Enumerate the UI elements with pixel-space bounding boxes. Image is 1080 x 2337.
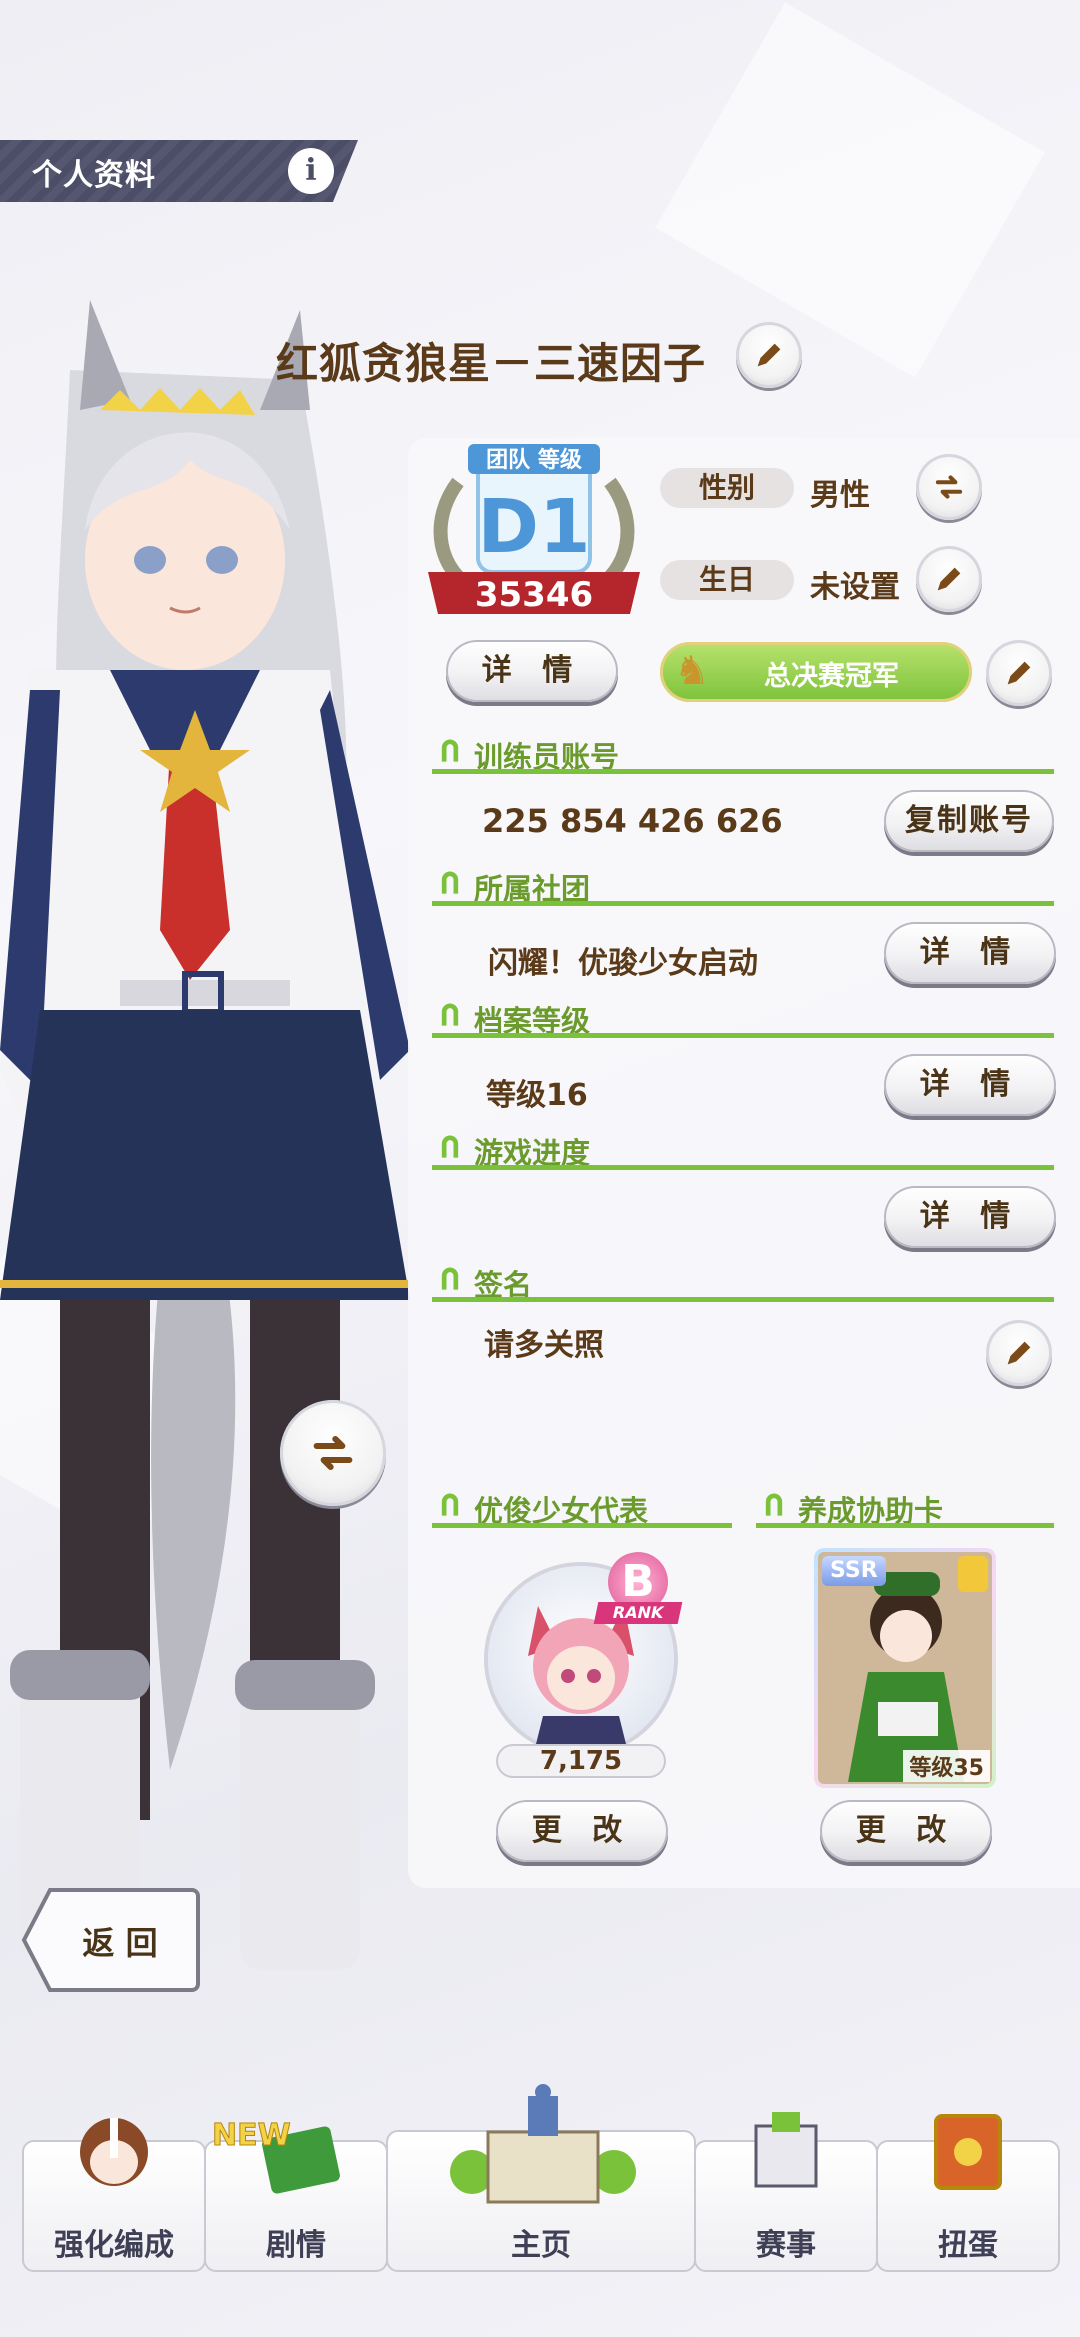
- back-button-label: 返 回: [82, 1924, 157, 1962]
- trophy-horse-icon: ♞: [674, 648, 710, 694]
- section-divider: [432, 1165, 1054, 1170]
- club-detail-button[interactable]: 详 情: [884, 922, 1056, 984]
- horseshoe-icon: [441, 739, 459, 762]
- representative-score: 7,175: [496, 1744, 666, 1778]
- pencil-icon: [1007, 1341, 1031, 1365]
- pencil-icon: [757, 343, 781, 367]
- school-building-icon: [450, 2084, 636, 2204]
- section-progress: 游戏进度: [432, 1130, 1054, 1170]
- horseshoe-icon: [441, 1493, 459, 1516]
- birthday-label: 生日: [660, 560, 794, 600]
- title-badge[interactable]: ♞ 总决赛冠军: [660, 642, 972, 702]
- nav-tab-story[interactable]: NEW 剧情: [204, 2118, 388, 2272]
- character-illustration: [0, 300, 410, 1970]
- nav-label: 扭蛋: [938, 2228, 998, 2263]
- swap-character-button[interactable]: [280, 1400, 386, 1506]
- nav-label: 主页: [511, 2228, 571, 2263]
- card-level: 等级35: [903, 1750, 990, 1782]
- edit-title-button[interactable]: [986, 640, 1052, 706]
- horseshoe-icon: [765, 1493, 783, 1516]
- section-divider: [432, 1297, 1054, 1302]
- birthday-value: 未设置: [810, 570, 900, 605]
- pencil-icon: [937, 567, 961, 591]
- bottom-navigation: 强化编成 NEW 剧情 主页 赛事 扭蛋: [22, 2084, 1060, 2272]
- team-rank-emblem: D1 团队 等级 35346: [428, 444, 640, 615]
- rank-word: RANK: [593, 1602, 683, 1624]
- support-card[interactable]: SSR 等级35: [814, 1548, 996, 1788]
- section-trainer-id: 训练员账号: [432, 734, 1054, 774]
- file-level-detail-button[interactable]: 详 情: [884, 1054, 1056, 1116]
- horseshoe-icon: [441, 1267, 459, 1290]
- title-badge-label: 总决赛冠军: [764, 661, 899, 692]
- copy-id-button[interactable]: 复制账号: [884, 790, 1054, 852]
- horseshoe-icon: [441, 871, 459, 894]
- horseshoe-icon: [441, 1135, 459, 1158]
- team-rank-grade: D1: [478, 484, 591, 570]
- nav-label: 强化编成: [54, 2228, 174, 2263]
- section-divider: [432, 1523, 732, 1528]
- file-level-value: 等级16: [486, 1078, 588, 1113]
- page-header: 个人资料 i: [0, 140, 358, 202]
- section-signature: 签名: [432, 1262, 1054, 1302]
- team-rank-score: 35346: [475, 575, 593, 615]
- page-title: 个人资料: [32, 158, 156, 193]
- section-divider: [432, 1033, 1054, 1038]
- nav-tab-race[interactable]: 赛事: [694, 2112, 878, 2272]
- toggle-gender-button[interactable]: [916, 454, 982, 520]
- trainer-name: 红狐贪狼星－三速因子: [276, 339, 707, 388]
- background-shard: [655, 2, 1045, 378]
- edit-signature-button[interactable]: [986, 1320, 1052, 1386]
- card-rarity: SSR: [822, 1556, 886, 1586]
- section-divider: [756, 1523, 1054, 1528]
- nav-tab-gacha[interactable]: 扭蛋: [876, 2114, 1060, 2272]
- back-button[interactable]: 返 回: [20, 1886, 200, 1994]
- info-button[interactable]: i: [288, 148, 334, 194]
- team-rank-detail-button[interactable]: 详 情: [446, 640, 618, 702]
- swap-icon: [313, 1435, 353, 1471]
- nav-tab-home[interactable]: 主页: [386, 2084, 696, 2272]
- gacha-gate-icon: [934, 2114, 1002, 2190]
- trainer-id-value: 225 854 426 626: [482, 802, 783, 840]
- progress-detail-button[interactable]: 详 情: [884, 1186, 1056, 1248]
- gender-label: 性别: [660, 468, 794, 508]
- edit-birthday-button[interactable]: [916, 546, 982, 612]
- section-divider: [432, 901, 1054, 906]
- section-club: 所属社团: [432, 866, 1054, 906]
- edit-name-button[interactable]: [736, 322, 802, 388]
- rank-badge: B RANK: [593, 1552, 683, 1628]
- new-badge: NEW: [212, 2118, 292, 2154]
- nav-label: 赛事: [756, 2228, 816, 2263]
- section-file-level: 档案等级: [432, 998, 1054, 1038]
- team-rank-caption: 团队 等级: [486, 447, 582, 473]
- nav-label: 剧情: [266, 2228, 326, 2263]
- character-chibi-icon: [80, 2118, 148, 2186]
- section-representative: 优俊少女代表: [432, 1488, 732, 1528]
- change-representative-button[interactable]: 更 改: [496, 1800, 668, 1862]
- gender-value: 男性: [810, 478, 870, 513]
- change-support-card-button[interactable]: 更 改: [820, 1800, 992, 1862]
- horseshoe-icon: [441, 1003, 459, 1026]
- nav-tab-enhance[interactable]: 强化编成: [22, 2118, 206, 2272]
- section-support-card: 养成协助卡: [756, 1488, 1054, 1528]
- signature-value: 请多关照: [484, 1328, 604, 1363]
- race-gate-icon: [754, 2112, 818, 2188]
- swap-icon: [935, 475, 963, 499]
- pencil-icon: [1007, 661, 1031, 685]
- section-divider: [432, 769, 1054, 774]
- club-value: 闪耀！优骏少女启动: [488, 946, 758, 981]
- card-type-icon: [958, 1556, 988, 1592]
